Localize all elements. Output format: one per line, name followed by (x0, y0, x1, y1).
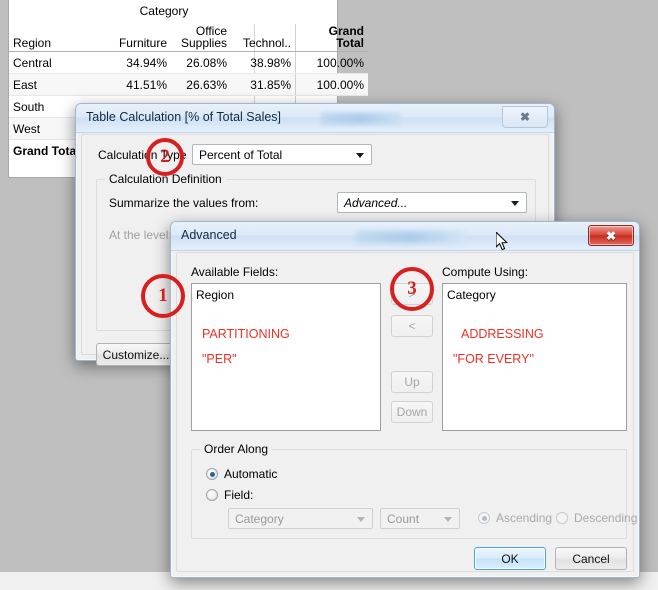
annotation-partitioning: PARTITIONING (202, 327, 290, 341)
calculation-type-select[interactable]: Percent of Total (192, 144, 372, 165)
automatic-radio-label: Automatic (224, 467, 278, 481)
order-field-value: Category (235, 512, 284, 526)
radio-icon (556, 512, 568, 524)
ascending-radio-label: Ascending (496, 511, 553, 525)
automatic-radio[interactable]: Automatic (206, 467, 277, 481)
cell-region: Central (9, 51, 93, 74)
table-row: Central 34.94% 26.08% 38.98% 100.00% (9, 51, 368, 74)
cell-grand: 100.00% (295, 51, 368, 74)
customize-button[interactable]: Customize... (96, 343, 176, 366)
blurred-title-text (356, 231, 466, 243)
chevron-down-icon (357, 517, 365, 522)
available-fields-label: Available Fields: (191, 265, 279, 279)
order-aggregation-value: Count (387, 512, 420, 526)
summarize-values-label: Summarize the values from: (109, 196, 259, 210)
header-furniture: Furniture (93, 24, 171, 52)
blurred-title-text (321, 113, 401, 124)
cell-tech: 31.85% (231, 73, 296, 96)
available-fields-listbox[interactable]: Region PARTITIONING "PER" (191, 283, 381, 431)
annotation-marker-1: 1 (141, 274, 185, 318)
calculation-type-value: Percent of Total (199, 148, 283, 162)
descending-radio-label: Descending (574, 511, 638, 525)
advanced-title: Advanced (181, 228, 237, 242)
header-grand-total: Grand Total (295, 24, 368, 52)
field-radio[interactable]: Field: (206, 488, 253, 502)
mouse-cursor-icon (496, 232, 508, 251)
summarize-values-value: Advanced... (344, 196, 408, 210)
chevron-down-icon (356, 153, 364, 158)
annotation-per: "PER" (202, 352, 237, 366)
cell-office: 26.63% (171, 73, 231, 96)
chevron-down-icon (511, 201, 519, 206)
radio-icon (206, 489, 218, 501)
order-along-group: Order Along Automatic Field: Category Co… (191, 442, 637, 539)
header-office-supplies: Office Supplies (171, 24, 231, 52)
annotation-addressing: ADDRESSING (461, 327, 544, 341)
ok-button[interactable]: OK (474, 547, 546, 570)
table-calculation-titlebar[interactable]: Table Calculation [% of Total Sales] ✖ (76, 104, 554, 133)
ascending-radio[interactable]: Ascending (478, 511, 552, 525)
table-calculation-title: Table Calculation [% of Total Sales] (86, 110, 282, 124)
cell-office: 26.08% (171, 51, 231, 74)
advanced-titlebar[interactable]: Advanced ✖ (171, 222, 639, 251)
summarize-values-select[interactable]: Advanced... (337, 192, 527, 213)
header-region: Region (9, 24, 93, 52)
list-item[interactable]: Category (447, 288, 496, 302)
cancel-button[interactable]: Cancel (555, 547, 627, 570)
compute-using-listbox[interactable]: Category ADDRESSING "FOR EVERY" (442, 283, 627, 431)
cell-grand: 100.00% (295, 73, 368, 96)
annotation-for-every: "FOR EVERY" (453, 352, 534, 366)
cell-tech: 38.98% (231, 51, 296, 74)
table-row: East 41.51% 26.63% 31.85% 100.00% (9, 73, 368, 96)
column-group-title: Category (139, 4, 189, 18)
field-radio-label: Field: (224, 488, 254, 502)
cell-furniture: 41.51% (93, 73, 171, 96)
annotation-marker-2: 2 (146, 138, 184, 176)
list-item[interactable]: Region (196, 288, 234, 302)
radio-icon (478, 512, 490, 524)
move-left-button[interactable]: < (391, 315, 433, 337)
table-header-row: Region Furniture Office Supplies Technol… (9, 24, 368, 52)
compute-using-label: Compute Using: (442, 265, 529, 279)
order-field-select[interactable]: Category (228, 508, 373, 529)
chevron-down-icon (444, 517, 452, 522)
cell-region: East (9, 73, 93, 96)
radio-icon (206, 468, 218, 480)
order-along-legend: Order Along (200, 442, 273, 456)
descending-radio[interactable]: Descending (556, 511, 637, 525)
annotation-marker-3: 3 (390, 267, 434, 311)
cell-furniture: 34.94% (93, 51, 171, 74)
move-down-button[interactable]: Down (391, 401, 433, 423)
at-the-level-label: At the level: (109, 228, 172, 242)
header-technology: Technol.. (231, 24, 296, 52)
close-icon[interactable]: ✖ (588, 225, 634, 246)
close-icon[interactable]: ✖ (502, 106, 548, 128)
move-up-button[interactable]: Up (391, 371, 433, 393)
order-aggregation-select[interactable]: Count (380, 508, 460, 529)
